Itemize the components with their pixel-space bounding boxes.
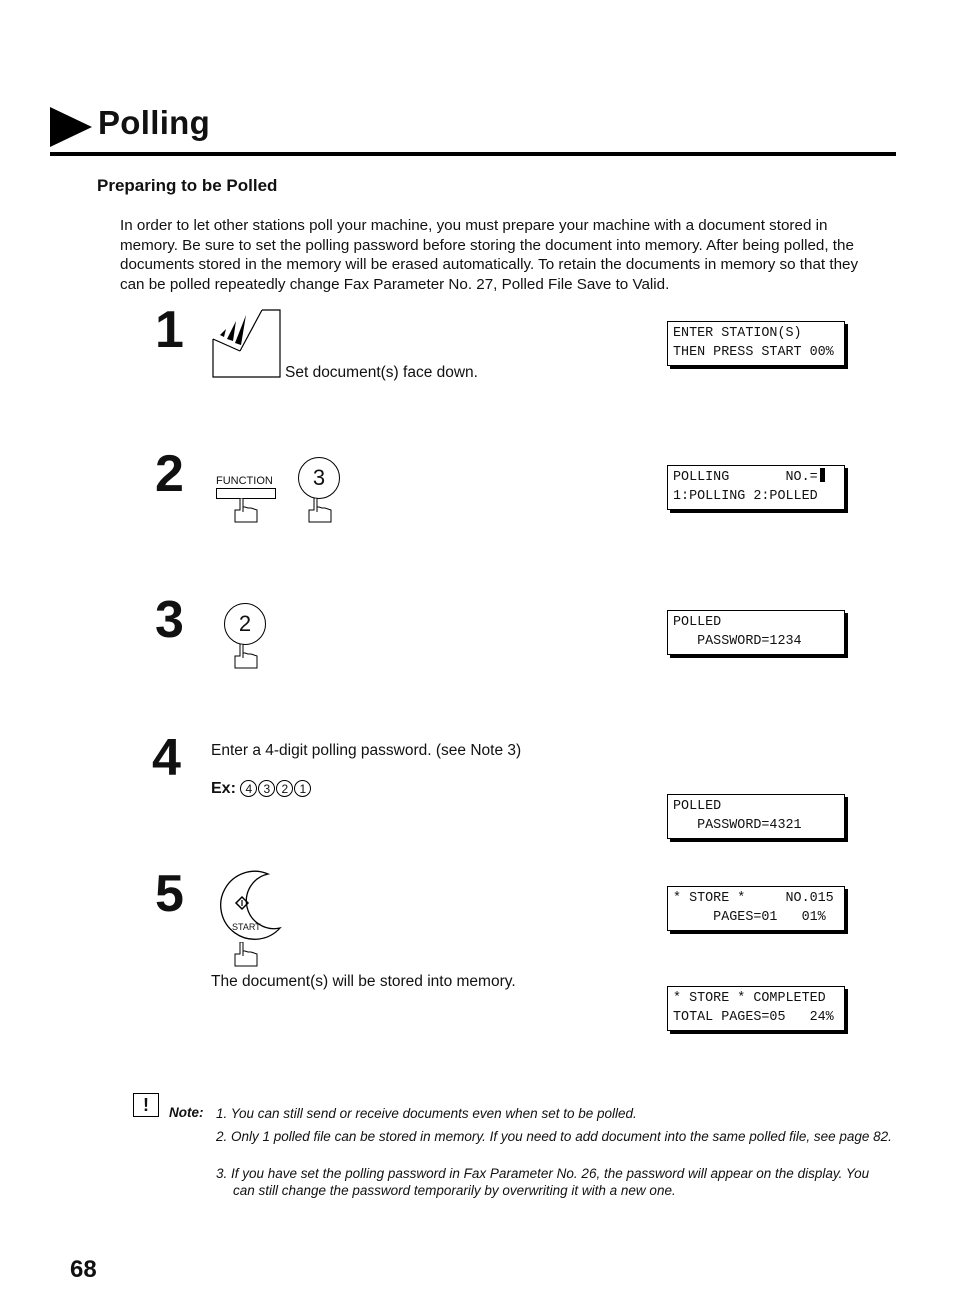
intro-paragraph: In order to let other stations poll your… [120, 217, 859, 293]
title-rule [50, 152, 896, 156]
section-subtitle: Preparing to be Polled [97, 176, 278, 195]
example-key-3: 3 [258, 780, 276, 798]
function-key-label: FUNCTION [216, 475, 273, 487]
lcd-display-4: POLLED PASSWORD=4321 [667, 794, 845, 839]
note-item-3: 3. If you have set the polling password … [216, 1166, 870, 1198]
key-3-label: 3 [312, 465, 326, 490]
lcd-line-1: * STORE * NO.015 [673, 891, 834, 906]
step-2-number: 2 [155, 445, 184, 503]
lcd-line-2: PASSWORD=1234 [673, 634, 802, 649]
note-warning-icon: ! [133, 1093, 159, 1117]
note-label: Note: [169, 1105, 204, 1120]
lcd-line-1-text: POLLING NO.= [673, 470, 818, 485]
start-button-icon[interactable] [208, 870, 288, 945]
lcd-line-1: POLLED [673, 799, 722, 814]
lcd-display-3: POLLED PASSWORD=1234 [667, 610, 845, 655]
lcd-display-6: * STORE * COMPLETED TOTAL PAGES=05 24% [667, 986, 845, 1031]
cursor-icon [819, 468, 825, 482]
example-key-4: 4 [240, 780, 258, 798]
step-5-number: 5 [155, 865, 184, 923]
example-key-2: 2 [276, 780, 294, 798]
lcd-line-1: POLLING NO.= [673, 468, 839, 487]
lcd-line-2: TOTAL PAGES=05 24% [673, 1010, 834, 1025]
lcd-line-2: PAGES=01 01% [673, 910, 826, 925]
note-item-2: 2. Only 1 polled file can be stored in m… [216, 1129, 892, 1144]
key-2-label: 2 [238, 611, 252, 636]
step-5-text: The document(s) will be stored into memo… [211, 973, 516, 990]
press-finger-icon [232, 643, 260, 675]
lcd-display-2: POLLING NO.= 1:POLLING 2:POLLED [667, 465, 845, 510]
lcd-line-1: POLLED [673, 615, 722, 630]
page-title: Polling [98, 104, 211, 141]
lcd-line-2: PASSWORD=4321 [673, 818, 802, 833]
step-1-number: 1 [155, 301, 184, 359]
note-item-1: 1. You can still send or receive documen… [216, 1106, 637, 1121]
password-example: Ex: 4321 [211, 780, 312, 798]
lcd-line-2: 1:POLLING 2:POLLED [673, 489, 818, 504]
lcd-line-2: THEN PRESS START 00% [673, 345, 834, 360]
press-finger-icon [232, 497, 260, 529]
example-key-1: 1 [294, 780, 312, 798]
key-3-button[interactable]: 3 [298, 457, 340, 499]
lcd-display-5: * STORE * NO.015 PAGES=01 01% [667, 886, 845, 931]
page-number: 68 [70, 1256, 97, 1283]
lcd-line-1: ENTER STATION(S) [673, 326, 802, 341]
lcd-line-1: * STORE * COMPLETED [673, 991, 826, 1006]
press-finger-icon [306, 497, 334, 529]
key-2-button[interactable]: 2 [224, 603, 266, 645]
example-label: Ex: [211, 780, 236, 797]
title-arrow-icon [50, 107, 92, 147]
lcd-display-1: ENTER STATION(S) THEN PRESS START 00% [667, 321, 845, 366]
step-4-text: Enter a 4-digit polling password. (see N… [211, 742, 522, 759]
document-feed-icon [212, 309, 284, 384]
step-3-number: 3 [155, 591, 184, 649]
step-1-text: Set document(s) face down. [285, 364, 478, 381]
step-4-number: 4 [152, 729, 181, 787]
press-finger-icon [232, 941, 260, 973]
start-label: START [232, 922, 261, 932]
